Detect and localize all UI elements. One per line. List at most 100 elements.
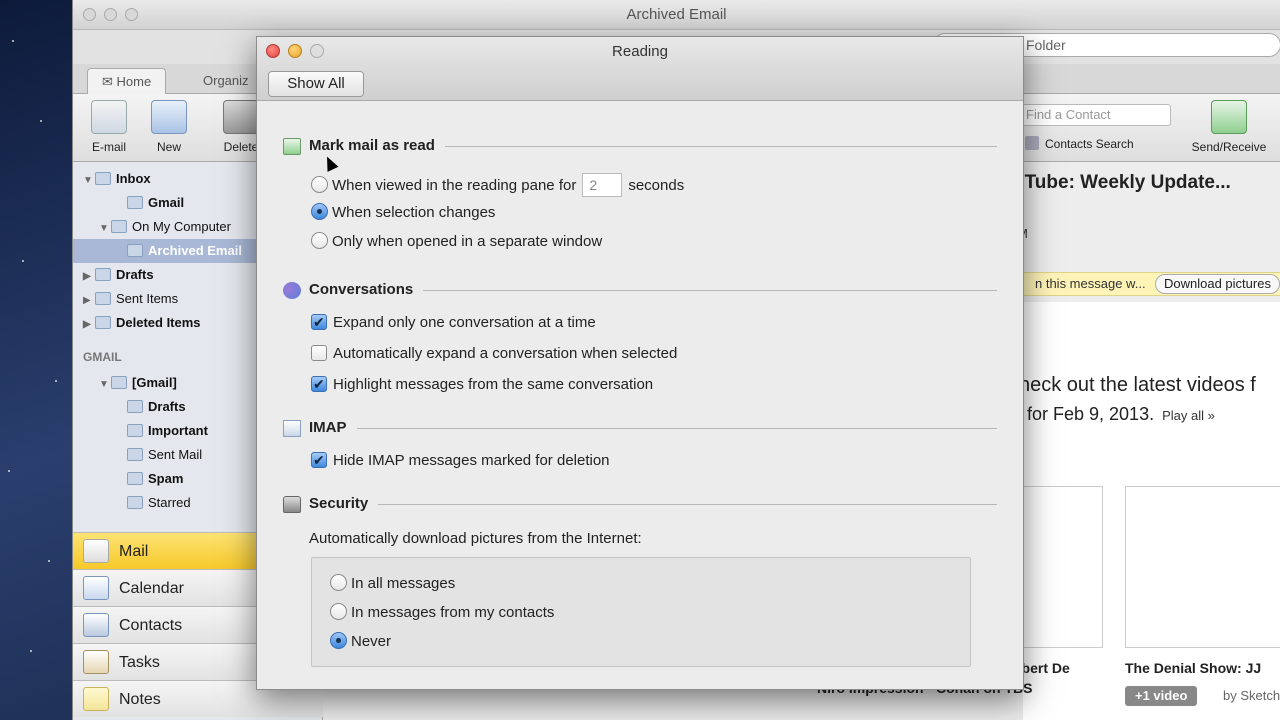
- folder-label: Sent Items: [116, 291, 179, 306]
- auto-expand-conversation-checkbox[interactable]: [311, 345, 327, 361]
- imap-title: IMAP: [309, 419, 357, 436]
- read-on-selection-radio[interactable]: [311, 203, 328, 220]
- mark-read-title: Mark mail as read: [309, 137, 445, 154]
- folder-item[interactable]: ▶ Sent Items: [73, 287, 178, 311]
- expand-one-conversation-checkbox[interactable]: [311, 312, 327, 334]
- folder-item[interactable]: Important: [73, 419, 208, 443]
- disclosure-triangle-icon[interactable]: ▶: [83, 265, 95, 289]
- disclosure-triangle-icon[interactable]: ▶: [83, 313, 95, 337]
- folder-item[interactable]: ▼ Inbox: [73, 167, 151, 191]
- video-count-badge: +1 video: [1125, 686, 1198, 706]
- show-all-button[interactable]: Show All: [268, 71, 364, 97]
- video-2-title[interactable]: The Denial Show: JJ: [1125, 660, 1261, 676]
- message-subject: uTube: Weekly Update...: [1013, 172, 1231, 193]
- contacts-icon: [83, 613, 109, 637]
- expand-one-conversation-option[interactable]: Expand only one conversation at a time: [311, 312, 596, 334]
- new-item-icon: [151, 100, 187, 134]
- tasks-icon: [83, 650, 109, 674]
- calendar-icon: [83, 576, 109, 600]
- folder-item[interactable]: Spam: [73, 467, 183, 491]
- folder-icon: [95, 316, 111, 329]
- folder-item[interactable]: Starred: [73, 491, 191, 515]
- download-pictures-caption: Automatically download pictures from the…: [309, 530, 642, 547]
- highlight-conversation-checkbox[interactable]: [311, 374, 327, 396]
- folder-icon: [127, 496, 143, 509]
- tab-home[interactable]: ✉ Home: [87, 68, 167, 94]
- folder-item[interactable]: Drafts: [73, 395, 186, 419]
- video-thumbnail-1[interactable]: [1023, 486, 1103, 648]
- picture-download-options: In all messages In messages from my cont…: [311, 557, 971, 667]
- folder-label: Drafts: [148, 399, 186, 414]
- video-thumbnail-2[interactable]: [1125, 486, 1280, 648]
- folder-label: Deleted Items: [116, 315, 201, 330]
- read-separate-window-radio[interactable]: [311, 232, 328, 249]
- mail-icon: [83, 539, 109, 563]
- folder-icon: [127, 424, 143, 437]
- pictures-all-messages-radio[interactable]: [330, 574, 347, 591]
- gmail-group-label: GMAIL: [83, 350, 122, 364]
- folder-item[interactable]: ▶ Deleted Items: [73, 311, 201, 335]
- new-button[interactable]: New: [137, 100, 201, 154]
- folder-icon: [127, 472, 143, 485]
- folder-icon: [111, 220, 127, 233]
- read-after-seconds-option[interactable]: When viewed in the reading pane for 2 seco…: [311, 173, 684, 197]
- disclosure-triangle-icon[interactable]: ▼: [99, 217, 111, 241]
- disclosure-triangle-icon[interactable]: ▼: [83, 169, 95, 193]
- security-section: Security: [281, 495, 997, 515]
- find-contact-input[interactable]: Find a Contact: [1019, 104, 1171, 126]
- folder-item[interactable]: ▼ On My Computer: [73, 215, 231, 239]
- conversations-title: Conversations: [309, 281, 424, 298]
- disclosure-triangle-icon[interactable]: ▼: [99, 373, 111, 397]
- contacts-search-icon: [1025, 136, 1039, 150]
- auto-expand-conversation-option[interactable]: Automatically expand a conversation when…: [311, 343, 677, 365]
- notes-icon: [83, 687, 109, 711]
- seconds-input[interactable]: 2: [582, 173, 623, 197]
- hide-imap-deleted-option[interactable]: Hide IMAP messages marked for deletion: [311, 450, 610, 472]
- pictures-never-option[interactable]: Never: [330, 631, 391, 653]
- picture-warning-text: n this message w...: [1035, 276, 1146, 291]
- send-receive-icon: [1211, 100, 1247, 134]
- pictures-from-contacts-option[interactable]: In messages from my contacts: [330, 602, 554, 624]
- read-after-seconds-radio[interactable]: [311, 176, 328, 193]
- dialog-titlebar: Reading Show All: [257, 37, 1023, 101]
- folder-label: Sent Mail: [148, 447, 203, 462]
- mark-read-section: Mark mail as read: [281, 137, 997, 157]
- read-separate-window-option[interactable]: Only when opened in a separate window: [311, 231, 602, 253]
- folder-icon: [127, 196, 143, 209]
- video-author: by Sketch: [1223, 688, 1280, 703]
- read-on-selection-option[interactable]: When selection changes: [311, 202, 495, 224]
- pictures-from-contacts-radio[interactable]: [330, 603, 347, 620]
- message-body-line1: heck out the latest videos f: [1019, 374, 1256, 396]
- folder-label: Gmail: [148, 195, 185, 210]
- folder-icon: [127, 244, 143, 257]
- folder-label: Starred: [148, 495, 191, 510]
- folder-icon: [95, 172, 111, 185]
- trash-icon: [223, 100, 259, 134]
- folder-item[interactable]: ▼ [Gmail]: [73, 371, 177, 395]
- play-all-link[interactable]: Play all »: [1162, 408, 1215, 423]
- highlight-conversation-option[interactable]: Highlight messages from the same convers…: [311, 374, 653, 396]
- folder-item[interactable]: Gmail: [73, 191, 184, 215]
- folder-icon: [95, 292, 111, 305]
- main-minimize-icon[interactable]: [104, 8, 117, 21]
- hide-imap-deleted-checkbox[interactable]: [311, 450, 327, 472]
- folder-label: [Gmail]: [132, 375, 177, 390]
- folder-item[interactable]: ▶ Drafts: [73, 263, 154, 287]
- pictures-never-radio[interactable]: [330, 632, 347, 649]
- conversation-bubbles-icon: [283, 282, 301, 299]
- folder-item[interactable]: Sent Mail: [73, 443, 202, 467]
- contacts-search-button[interactable]: Contacts Search: [1025, 136, 1134, 151]
- disclosure-triangle-icon[interactable]: ▶: [83, 289, 95, 313]
- folder-label: Drafts: [116, 267, 154, 282]
- lock-icon: [283, 496, 301, 513]
- pictures-all-messages-option[interactable]: In all messages: [330, 573, 455, 595]
- main-close-icon[interactable]: [83, 8, 96, 21]
- main-zoom-icon[interactable]: [125, 8, 138, 21]
- reading-preferences-dialog: Reading Show All Mark mail as read When …: [256, 36, 1024, 690]
- send-receive-button[interactable]: Send/Receive: [1187, 100, 1271, 154]
- email-button[interactable]: E-mail: [77, 100, 141, 154]
- tab-organize[interactable]: Organiz: [189, 68, 263, 94]
- download-pictures-button[interactable]: Download pictures: [1155, 274, 1280, 294]
- folder-icon: [127, 448, 143, 461]
- imap-section: IMAP: [281, 419, 997, 439]
